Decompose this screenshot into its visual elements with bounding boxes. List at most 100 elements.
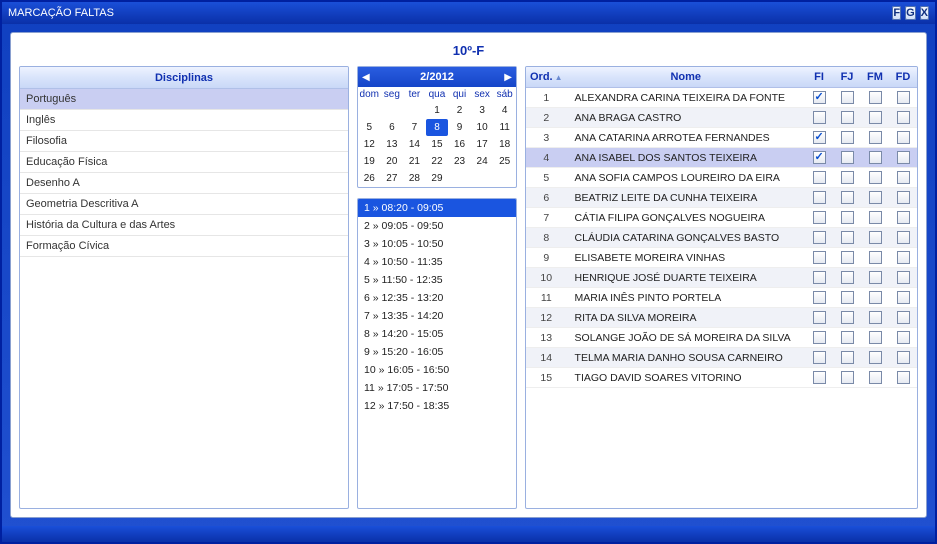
timeslot-item[interactable]: 1 » 08:20 - 09:05 xyxy=(358,199,516,217)
calendar-day[interactable]: 9 xyxy=(448,119,471,136)
checkbox-fj[interactable] xyxy=(841,331,854,344)
discipline-item[interactable]: Português xyxy=(20,89,348,110)
checkbox-fd[interactable] xyxy=(897,371,910,384)
checkbox-fj[interactable] xyxy=(841,111,854,124)
col-fi-header[interactable]: FI xyxy=(805,67,833,88)
checkbox-fm[interactable] xyxy=(869,171,882,184)
student-row[interactable]: 11MARIA INÊS PINTO PORTELA xyxy=(526,288,917,308)
discipline-item[interactable]: Formação Cívica xyxy=(20,236,348,257)
checkbox-fj[interactable] xyxy=(841,131,854,144)
checkbox-fm[interactable] xyxy=(869,211,882,224)
col-name-header[interactable]: Nome xyxy=(567,67,805,88)
checkbox-fm[interactable] xyxy=(869,231,882,244)
student-row[interactable]: 9ELISABETE MOREIRA VINHAS xyxy=(526,248,917,268)
checkbox-fj[interactable] xyxy=(841,211,854,224)
calendar-day[interactable]: 12 xyxy=(358,136,381,153)
checkbox-fd[interactable] xyxy=(897,251,910,264)
checkbox-fi[interactable] xyxy=(813,331,826,344)
timeslot-item[interactable]: 5 » 11:50 - 12:35 xyxy=(358,271,516,289)
checkbox-fi[interactable] xyxy=(813,111,826,124)
discipline-item[interactable]: História da Cultura e das Artes xyxy=(20,215,348,236)
checkbox-fj[interactable] xyxy=(841,311,854,324)
checkbox-fi[interactable] xyxy=(813,191,826,204)
student-row[interactable]: 7CÁTIA FILIPA GONÇALVES NOGUEIRA xyxy=(526,208,917,228)
student-row[interactable]: 6BEATRIZ LEITE DA CUNHA TEIXEIRA xyxy=(526,188,917,208)
calendar-day[interactable]: 3 xyxy=(471,102,494,119)
calendar-day[interactable]: 29 xyxy=(426,170,449,187)
checkbox-fi[interactable] xyxy=(813,151,826,164)
calendar-day[interactable]: 6 xyxy=(381,119,404,136)
timeslot-item[interactable]: 2 » 09:05 - 09:50 xyxy=(358,217,516,235)
checkbox-fj[interactable] xyxy=(841,351,854,364)
calendar-day[interactable]: 8 xyxy=(426,119,449,136)
checkbox-fm[interactable] xyxy=(869,131,882,144)
checkbox-fd[interactable] xyxy=(897,151,910,164)
calendar-day[interactable]: 11 xyxy=(493,119,516,136)
checkbox-fm[interactable] xyxy=(869,151,882,164)
student-row[interactable]: 14TELMA MARIA DANHO SOUSA CARNEIRO xyxy=(526,348,917,368)
timeslot-item[interactable]: 4 » 10:50 - 11:35 xyxy=(358,253,516,271)
checkbox-fj[interactable] xyxy=(841,231,854,244)
checkbox-fd[interactable] xyxy=(897,231,910,244)
calendar-day[interactable]: 27 xyxy=(381,170,404,187)
checkbox-fm[interactable] xyxy=(869,291,882,304)
checkbox-fj[interactable] xyxy=(841,251,854,264)
calendar-day[interactable]: 7 xyxy=(403,119,426,136)
calendar-day[interactable]: 22 xyxy=(426,153,449,170)
checkbox-fi[interactable] xyxy=(813,311,826,324)
calendar-day[interactable]: 19 xyxy=(358,153,381,170)
btn-g[interactable]: G xyxy=(905,6,916,20)
checkbox-fd[interactable] xyxy=(897,111,910,124)
calendar-day[interactable]: 16 xyxy=(448,136,471,153)
checkbox-fi[interactable] xyxy=(813,231,826,244)
checkbox-fi[interactable] xyxy=(813,171,826,184)
calendar-day[interactable]: 15 xyxy=(426,136,449,153)
checkbox-fi[interactable] xyxy=(813,371,826,384)
student-row[interactable]: 10HENRIQUE JOSÉ DUARTE TEIXEIRA xyxy=(526,268,917,288)
timeslot-item[interactable]: 11 » 17:05 - 17:50 xyxy=(358,379,516,397)
checkbox-fj[interactable] xyxy=(841,171,854,184)
checkbox-fm[interactable] xyxy=(869,311,882,324)
timeslot-item[interactable]: 9 » 15:20 - 16:05 xyxy=(358,343,516,361)
student-row[interactable]: 2ANA BRAGA CASTRO xyxy=(526,108,917,128)
checkbox-fj[interactable] xyxy=(841,91,854,104)
calendar-day[interactable]: 17 xyxy=(471,136,494,153)
calendar-day[interactable]: 5 xyxy=(358,119,381,136)
checkbox-fm[interactable] xyxy=(869,91,882,104)
calendar-prev[interactable]: ◀ xyxy=(362,72,370,83)
checkbox-fj[interactable] xyxy=(841,151,854,164)
calendar-day[interactable]: 4 xyxy=(493,102,516,119)
col-fj-header[interactable]: FJ xyxy=(833,67,861,88)
col-fd-header[interactable]: FD xyxy=(889,67,917,88)
checkbox-fj[interactable] xyxy=(841,191,854,204)
calendar-day[interactable]: 24 xyxy=(471,153,494,170)
checkbox-fi[interactable] xyxy=(813,211,826,224)
checkbox-fm[interactable] xyxy=(869,111,882,124)
checkbox-fm[interactable] xyxy=(869,251,882,264)
timeslot-item[interactable]: 12 » 17:50 - 18:35 xyxy=(358,397,516,415)
calendar-day[interactable]: 13 xyxy=(381,136,404,153)
calendar-day[interactable]: 2 xyxy=(448,102,471,119)
timeslot-item[interactable]: 7 » 13:35 - 14:20 xyxy=(358,307,516,325)
checkbox-fd[interactable] xyxy=(897,131,910,144)
checkbox-fd[interactable] xyxy=(897,271,910,284)
checkbox-fm[interactable] xyxy=(869,371,882,384)
btn-f[interactable]: F xyxy=(892,6,901,20)
checkbox-fd[interactable] xyxy=(897,91,910,104)
checkbox-fm[interactable] xyxy=(869,191,882,204)
student-row[interactable]: 8CLÁUDIA CATARINA GONÇALVES BASTO xyxy=(526,228,917,248)
calendar-day[interactable]: 18 xyxy=(493,136,516,153)
calendar-day[interactable]: 1 xyxy=(426,102,449,119)
student-row[interactable]: 3ANA CATARINA ARROTEA FERNANDES xyxy=(526,128,917,148)
checkbox-fd[interactable] xyxy=(897,351,910,364)
student-row[interactable]: 4ANA ISABEL DOS SANTOS TEIXEIRA xyxy=(526,148,917,168)
checkbox-fd[interactable] xyxy=(897,291,910,304)
calendar-day[interactable]: 23 xyxy=(448,153,471,170)
timeslot-item[interactable]: 8 » 14:20 - 15:05 xyxy=(358,325,516,343)
col-ord-header[interactable]: Ord.▲ xyxy=(526,67,567,88)
calendar-day[interactable]: 20 xyxy=(381,153,404,170)
checkbox-fj[interactable] xyxy=(841,291,854,304)
calendar-next[interactable]: ▶ xyxy=(504,72,512,83)
checkbox-fd[interactable] xyxy=(897,191,910,204)
col-fm-header[interactable]: FM xyxy=(861,67,889,88)
